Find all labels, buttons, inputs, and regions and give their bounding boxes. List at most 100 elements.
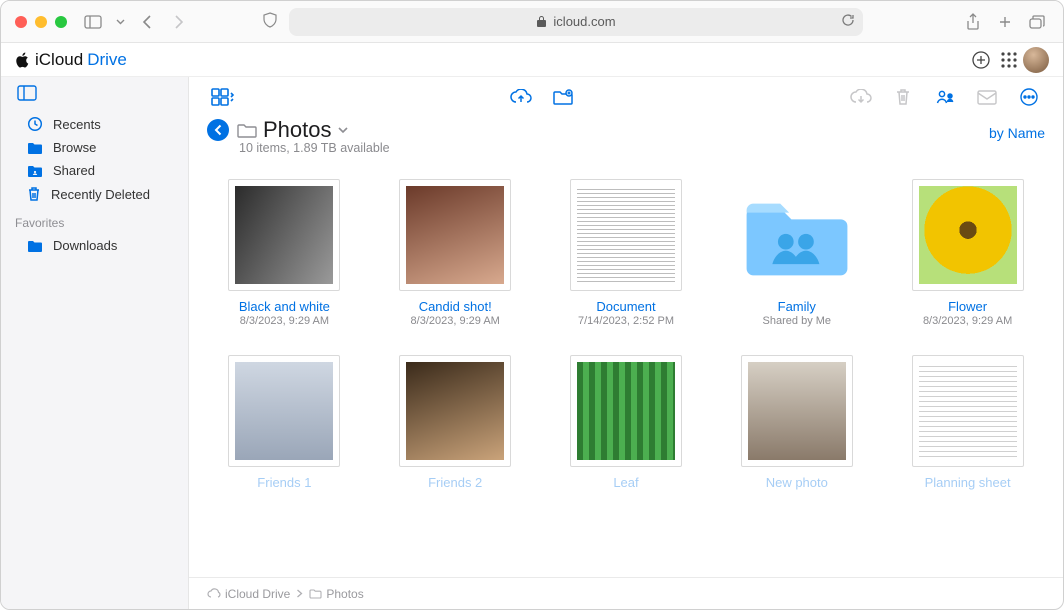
minimize-window-button[interactable]: [35, 16, 47, 28]
items-grid: Black and white8/3/2023, 9:29 AMCandid s…: [207, 179, 1045, 491]
share-icon[interactable]: [961, 10, 985, 34]
breadcrumb: iCloud Drive Photos: [189, 577, 1063, 609]
chevron-down-icon[interactable]: [113, 10, 127, 34]
file-name: Candid shot!: [419, 299, 492, 314]
address-bar[interactable]: icloud.com: [289, 8, 863, 36]
email-button: [971, 83, 1003, 111]
file-thumbnail: [399, 179, 511, 291]
view-mode-button[interactable]: [207, 83, 239, 111]
file-thumbnail: [912, 355, 1024, 467]
trash-icon: [27, 186, 41, 202]
file-thumbnail: [570, 355, 682, 467]
file-name: Document: [596, 299, 655, 314]
address-url: icloud.com: [553, 14, 615, 29]
refresh-icon[interactable]: [841, 13, 855, 30]
brand-icloud: iCloud: [35, 50, 83, 70]
sidebar-toggle-icon[interactable]: [81, 10, 105, 34]
file-thumbnail: [741, 355, 853, 467]
folder-title: Photos: [263, 117, 332, 143]
app-header: iCloud Drive: [1, 43, 1063, 77]
upload-button[interactable]: [505, 83, 537, 111]
content-area: Photos by Name 10 items, 1.89 TB availab…: [189, 77, 1063, 609]
breadcrumb-root[interactable]: iCloud Drive: [207, 587, 290, 601]
privacy-shield-icon[interactable]: [263, 12, 277, 31]
file-name: Friends 1: [257, 475, 311, 490]
sidebar-item-label: Recently Deleted: [51, 187, 150, 202]
account-avatar[interactable]: [1023, 47, 1049, 73]
apple-icon: [15, 52, 31, 68]
file-meta: Shared by Me: [763, 315, 831, 327]
file-item[interactable]: Candid shot!8/3/2023, 9:29 AM: [378, 179, 533, 327]
file-item[interactable]: New photo: [719, 355, 874, 491]
file-name: Family: [778, 299, 816, 314]
clock-icon: [27, 116, 43, 132]
download-button: [845, 83, 877, 111]
file-item[interactable]: FamilyShared by Me: [719, 179, 874, 327]
folder-subtitle: 10 items, 1.89 TB available: [189, 141, 1063, 161]
more-actions-button[interactable]: [1013, 83, 1045, 111]
file-meta: 7/14/2023, 2:52 PM: [578, 315, 674, 327]
share-collaborate-button[interactable]: [929, 83, 961, 111]
file-thumbnail: [570, 179, 682, 291]
sidebar-item-recently-deleted[interactable]: Recently Deleted: [1, 182, 188, 206]
sidebar-item-browse[interactable]: Browse: [1, 136, 188, 159]
folder-header: Photos by Name: [189, 117, 1063, 143]
file-name: Leaf: [613, 475, 638, 490]
back-button[interactable]: [135, 10, 159, 34]
file-item[interactable]: Planning sheet: [890, 355, 1045, 491]
folder-icon: [237, 122, 257, 138]
maximize-window-button[interactable]: [55, 16, 67, 28]
file-item[interactable]: Friends 1: [207, 355, 362, 491]
sidebar: Recents Browse Shared Recently Deleted F…: [1, 77, 189, 609]
file-name: Friends 2: [428, 475, 482, 490]
file-item[interactable]: Document7/14/2023, 2:52 PM: [549, 179, 704, 327]
lock-icon: [536, 15, 547, 28]
file-meta: 8/3/2023, 9:29 AM: [923, 315, 1012, 327]
file-meta: 8/3/2023, 9:29 AM: [411, 315, 500, 327]
new-folder-button[interactable]: [547, 83, 579, 111]
sidebar-item-label: Browse: [53, 140, 96, 155]
sidebar-item-shared[interactable]: Shared: [1, 159, 188, 182]
file-thumbnail: [912, 179, 1024, 291]
sidebar-favorites-heading: Favorites: [1, 206, 188, 234]
shared-folder-icon: [27, 164, 43, 178]
sidebar-collapse-icon[interactable]: [17, 88, 37, 105]
chevron-right-icon: [296, 589, 303, 598]
close-window-button[interactable]: [15, 16, 27, 28]
new-tab-icon[interactable]: [993, 10, 1017, 34]
apps-grid-icon[interactable]: [995, 46, 1023, 74]
forward-button[interactable]: [167, 10, 191, 34]
app-brand[interactable]: iCloud Drive: [15, 50, 127, 70]
brand-drive: Drive: [87, 50, 127, 70]
file-item[interactable]: Flower8/3/2023, 9:29 AM: [890, 179, 1045, 327]
file-thumbnail: [228, 355, 340, 467]
file-meta: 8/3/2023, 9:29 AM: [240, 315, 329, 327]
folder-icon: [27, 239, 43, 253]
add-icon[interactable]: [967, 46, 995, 74]
file-name: Planning sheet: [925, 475, 1011, 490]
sidebar-item-recents[interactable]: Recents: [1, 112, 188, 136]
file-name: New photo: [766, 475, 828, 490]
breadcrumb-current[interactable]: Photos: [309, 587, 363, 601]
sidebar-item-label: Downloads: [53, 238, 117, 253]
chevron-down-icon[interactable]: [338, 127, 348, 134]
folder-back-button[interactable]: [207, 119, 229, 141]
sidebar-item-label: Shared: [53, 163, 95, 178]
folder-icon: [27, 141, 43, 155]
content-toolbar: [189, 77, 1063, 117]
window-controls: [15, 16, 67, 28]
sort-button[interactable]: by Name: [989, 125, 1045, 141]
file-thumbnail: [741, 179, 853, 291]
sidebar-item-downloads[interactable]: Downloads: [1, 234, 188, 257]
delete-button: [887, 83, 919, 111]
browser-toolbar: icloud.com: [1, 1, 1063, 43]
file-thumbnail: [228, 179, 340, 291]
sidebar-item-label: Recents: [53, 117, 101, 132]
file-item[interactable]: Leaf: [549, 355, 704, 491]
file-thumbnail: [399, 355, 511, 467]
file-name: Flower: [948, 299, 987, 314]
file-item[interactable]: Black and white8/3/2023, 9:29 AM: [207, 179, 362, 327]
file-name: Black and white: [239, 299, 330, 314]
file-item[interactable]: Friends 2: [378, 355, 533, 491]
tabs-icon[interactable]: [1025, 10, 1049, 34]
